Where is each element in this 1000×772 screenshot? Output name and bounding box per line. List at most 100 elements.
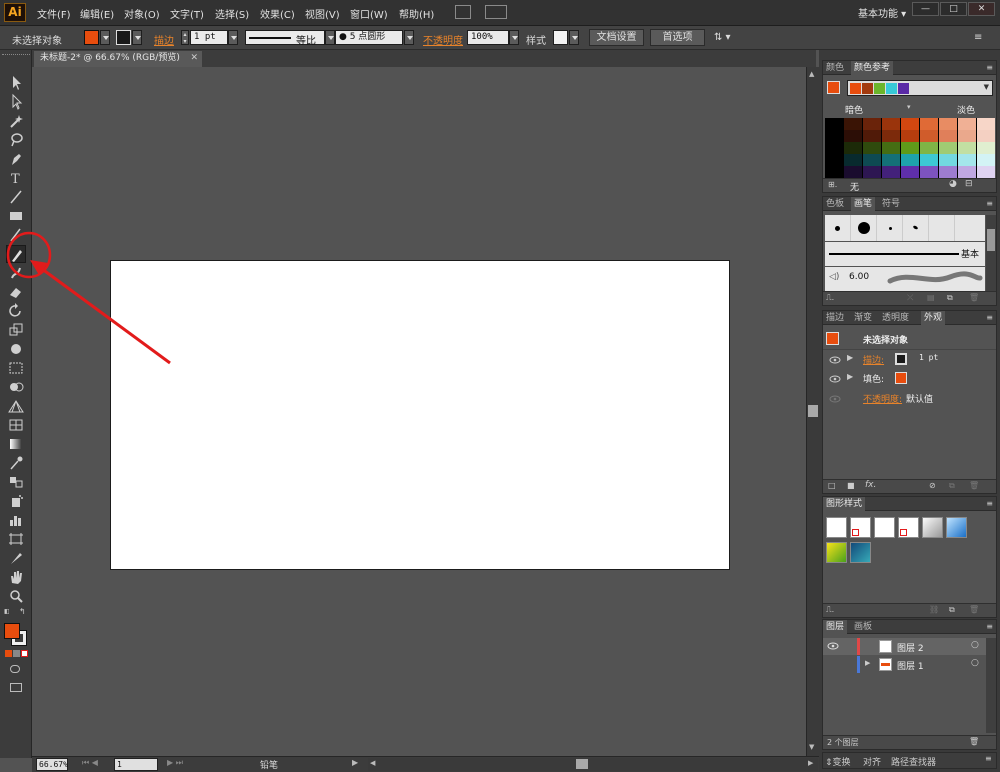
brush-libraries-icon[interactable]: ⎍. [826,293,834,303]
tab-swatches[interactable]: 色板 [823,197,847,211]
profile-dropdown[interactable] [325,30,335,45]
tab-symbols[interactable]: 符号 [879,197,903,211]
color-variation-swatch[interactable] [825,118,843,130]
brush-definition[interactable]: ● 5 点圆形 [335,30,403,45]
graphic-style-shadow[interactable] [922,517,943,538]
target-icon[interactable]: ○ [971,658,979,668]
color-variation-swatch[interactable] [863,166,881,178]
variation-dropdown-icon[interactable]: ▾ [907,103,911,111]
graphic-style-default[interactable] [826,517,847,538]
menu-effect[interactable]: 效果(C) [260,6,295,21]
tab-layers[interactable]: 图层 [823,620,848,634]
color-variation-swatch[interactable] [977,142,995,154]
appearance-stroke-swatch[interactable] [895,353,907,365]
toolbar-grip[interactable] [2,54,30,57]
warp-tool-icon[interactable] [6,340,26,358]
scroll-up-icon[interactable]: ▲ [809,70,814,78]
color-variation-swatch[interactable] [958,130,976,142]
appearance-stroke-label[interactable]: 描边: [863,353,884,366]
appearance-opacity-label[interactable]: 不透明度: [863,392,902,405]
opacity-dropdown[interactable] [509,30,519,45]
color-variation-swatch[interactable] [901,118,919,130]
status-menu-icon[interactable]: ▶ [352,758,358,767]
base-color-swatch[interactable] [827,81,840,94]
brush-dropdown[interactable] [404,30,414,45]
scroll-left-icon[interactable]: ◀ [370,759,375,767]
layers-panel-menu-icon[interactable]: ≡ [986,622,993,631]
paintbrush-tool-icon[interactable] [6,226,26,244]
menu-file[interactable]: 文件(F) [37,6,71,21]
tab-color-guide[interactable]: 颜色参考 [851,61,894,75]
menu-edit[interactable]: 编辑(E) [80,6,114,21]
color-variation-swatch[interactable] [901,130,919,142]
brush-tip-calligraphic[interactable] [903,215,929,241]
pencil-tool-icon[interactable] [6,245,26,263]
zoom-tool-icon[interactable] [6,587,26,605]
zoom-field[interactable]: 66.67% [36,758,68,771]
stroke-weight-field[interactable]: 1 pt [190,30,228,45]
basic-brush-row[interactable]: 基本 [825,242,985,266]
appearance-panel-menu-icon[interactable]: ≡ [986,313,993,322]
stroke-label[interactable]: 描边 [154,32,174,47]
color-variation-swatch[interactable] [939,154,957,166]
color-mode-icon[interactable] [5,650,12,657]
line-tool-icon[interactable] [6,188,26,206]
variable-width-profile[interactable]: 等比 [245,30,325,47]
save-group-icon[interactable]: ⊟ [965,179,973,189]
eye-icon[interactable] [829,375,841,383]
graphic-style-outline[interactable] [898,517,919,538]
menu-object[interactable]: 对象(O) [124,6,160,21]
horizontal-scrollbar[interactable]: ◀ ▶ [368,758,818,771]
first-artboard-icon[interactable]: ⏮ ◀ [82,758,98,768]
tab-gradient[interactable]: 渐变 [851,311,875,325]
panel-menu-icon[interactable]: ≡ [974,32,982,43]
color-variation-swatch[interactable] [882,118,900,130]
style-libraries-icon[interactable]: ⎍. [826,605,834,615]
tab-artboards[interactable]: 画板 [851,620,875,634]
rectangle-tool-icon[interactable] [6,207,26,225]
layers-scrollbar[interactable] [986,638,996,733]
lasso-tool-icon[interactable] [6,131,26,149]
color-variation-swatch[interactable] [958,166,976,178]
eraser-tool-icon[interactable] [6,283,26,301]
tab-color[interactable]: 颜色 [823,61,847,75]
color-variation-swatch[interactable] [977,166,995,178]
harmony-dropdown-icon[interactable]: ▼ [984,83,989,91]
color-variation-swatch[interactable] [920,154,938,166]
menu-view[interactable]: 视图(V) [305,6,340,21]
tab-transform[interactable]: ⇕变换 [825,755,851,768]
eye-icon[interactable] [829,395,841,403]
color-variation-swatch[interactable] [958,142,976,154]
fill-swatch[interactable] [84,30,99,45]
maximize-button[interactable]: □ [940,2,967,16]
column-graph-tool-icon[interactable] [6,511,26,529]
color-variation-swatch[interactable] [939,166,957,178]
selection-tool-icon[interactable] [6,74,26,92]
layer-name[interactable]: 图层 1 [897,659,924,672]
art-brush-row[interactable]: ◁) 6.00 [825,267,985,291]
color-variation-swatch[interactable] [825,142,843,154]
layer-row[interactable]: 图层 2 ○ [823,638,996,655]
artboard[interactable] [110,260,730,570]
brush-tip-large[interactable] [851,215,877,241]
color-variation-swatch[interactable] [901,166,919,178]
mesh-tool-icon[interactable] [6,416,26,434]
delete-brush-icon[interactable]: 🗑 [969,293,979,302]
fill-dropdown[interactable] [100,30,110,45]
color-variation-swatch[interactable] [939,130,957,142]
color-variation-swatch[interactable] [939,118,957,130]
appearance-fill-swatch[interactable] [895,372,907,384]
color-variation-swatch[interactable] [901,142,919,154]
none-mode-icon[interactable] [21,650,28,657]
color-panel-menu-icon[interactable]: ≡ [986,63,993,72]
add-effect-icon[interactable]: fx. [865,480,876,490]
target-icon[interactable]: ○ [971,640,979,650]
color-variation-swatch[interactable] [825,154,843,166]
graphic-style-green-yellow[interactable] [826,542,847,563]
delete-layer-icon[interactable]: 🗑 [969,737,979,746]
arrange-documents-icon[interactable] [485,5,507,19]
swap-colors-icon[interactable]: ↰ [19,607,26,616]
tab-brushes[interactable]: 画笔 [851,197,876,211]
stroke-stepper[interactable]: ▴ ▾ [181,30,189,45]
graphic-styles-menu-icon[interactable]: ≡ [986,499,993,508]
